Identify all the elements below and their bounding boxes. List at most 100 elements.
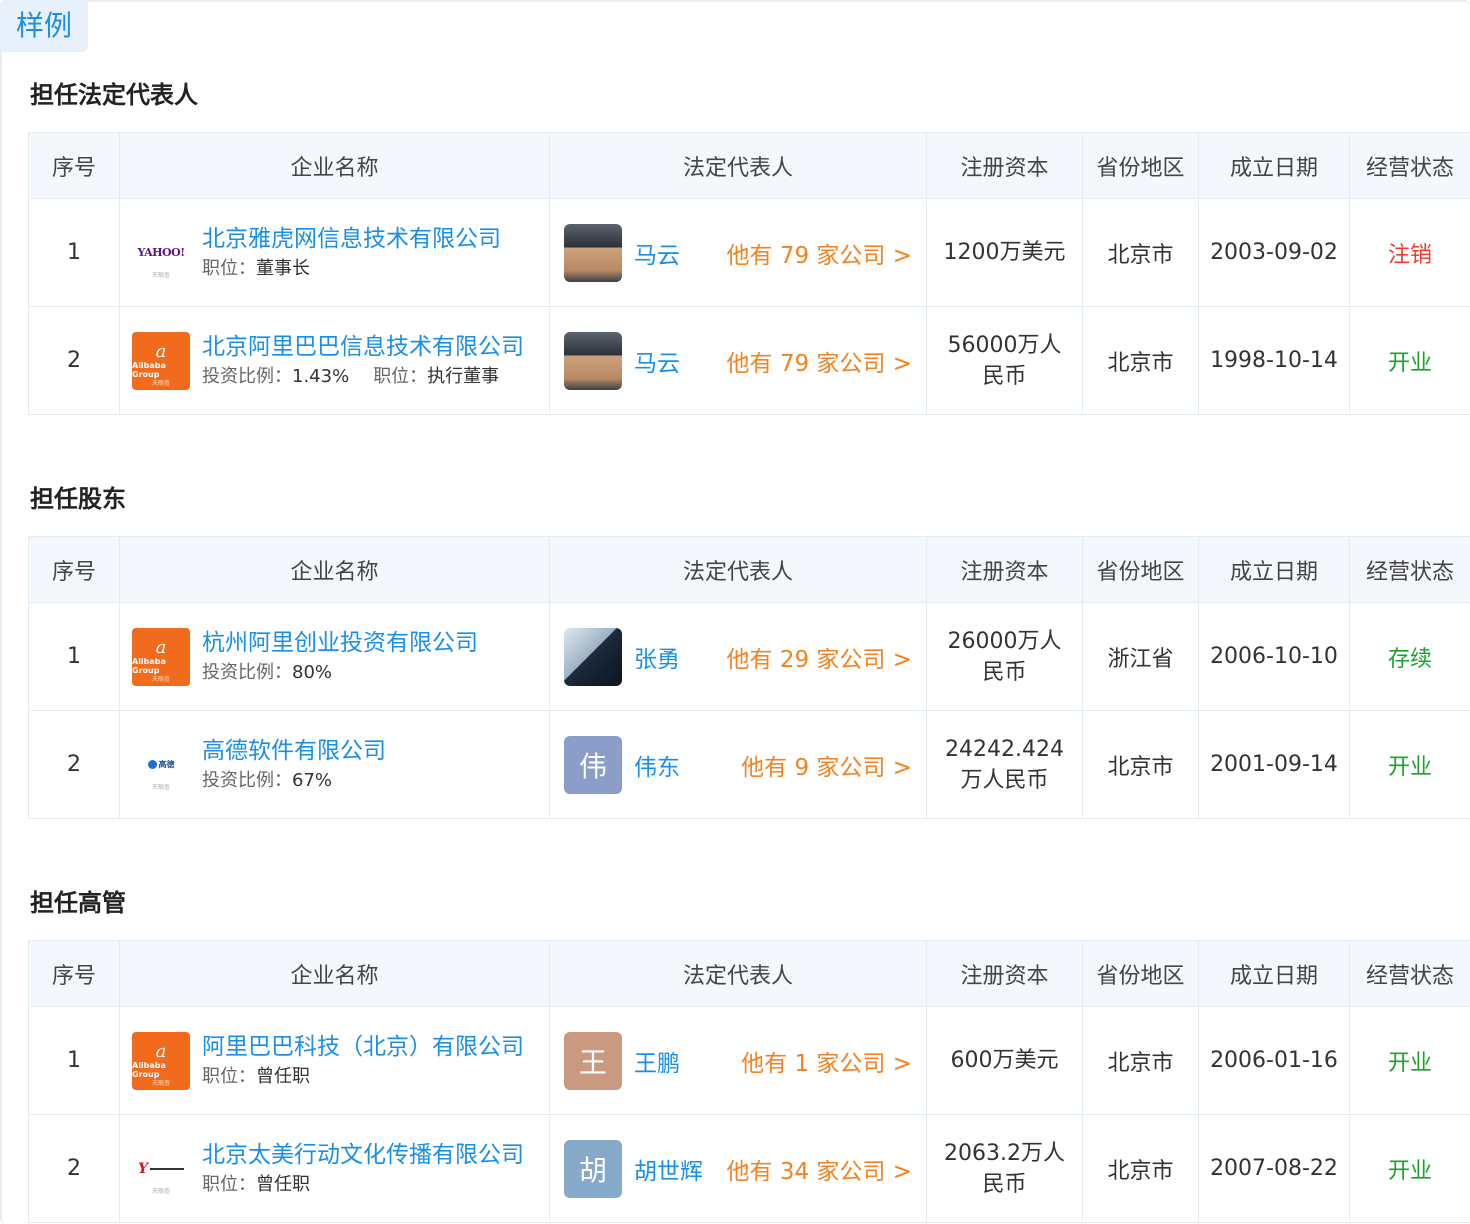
person-avatar[interactable] xyxy=(564,331,622,390)
person-cell: 马云 他有 79 家公司 > xyxy=(549,306,927,415)
person-avatar[interactable]: 胡 xyxy=(564,1139,622,1198)
status-badge: 注销 xyxy=(1349,198,1470,307)
person-avatar[interactable]: 王 xyxy=(564,1031,622,1090)
row-index: 2 xyxy=(28,710,120,819)
row-index: 1 xyxy=(28,1006,120,1115)
person-wrap: 马云 他有 79 家公司 > xyxy=(564,331,912,390)
alibaba-logo-icon: a xyxy=(155,1040,167,1062)
meta-label: 职位： xyxy=(202,1173,256,1195)
table-header-row: 序号 企业名称 法定代表人 注册资本 省份地区 成立日期 经营状态 xyxy=(28,536,1470,603)
person-name-link[interactable]: 张勇 xyxy=(634,640,680,674)
company-logo[interactable]: YAHOO! 天眼查 xyxy=(132,223,190,282)
company-info: 北京雅虎网信息技术有限公司 职位：董事长 xyxy=(202,223,501,283)
company-meta: 职位：曾任职 xyxy=(202,1171,524,1199)
company-cell: a Alibaba Group 天眼查 阿里巴巴科技（北京）有限公司 职位：曾任职 xyxy=(119,1006,550,1115)
person-avatar[interactable] xyxy=(564,627,622,686)
person-name-link[interactable]: 马云 xyxy=(634,344,680,378)
registered-capital: 24242.424万人民币 xyxy=(926,710,1083,819)
logo-text: Alibaba Group xyxy=(132,1060,166,1079)
column-header: 法定代表人 xyxy=(549,536,927,603)
region: 北京市 xyxy=(1082,1114,1199,1223)
person-cell: 张勇 他有 29 家公司 > xyxy=(549,602,927,711)
company-name-link[interactable]: 北京阿里巴巴信息技术有限公司 xyxy=(202,331,524,363)
person-wrap: 伟伟东 他有 9 家公司 > xyxy=(564,735,912,794)
company-name-link[interactable]: 北京太美行动文化传播有限公司 xyxy=(202,1139,524,1171)
meta-value: 曾任职 xyxy=(256,1065,310,1087)
companies-count-link[interactable]: 他有 79 家公司 > xyxy=(727,236,912,270)
row-index: 2 xyxy=(28,306,120,415)
person-name-link[interactable]: 胡世辉 xyxy=(634,1152,703,1186)
watermark-label: 天眼查 xyxy=(151,379,170,387)
watermark-label: 天眼查 xyxy=(151,1187,170,1195)
company-table: 序号 企业名称 法定代表人 注册资本 省份地区 成立日期 经营状态 1 YAHOO! 天眼查 北京雅… xyxy=(28,132,1470,415)
column-header: 成立日期 xyxy=(1198,536,1350,603)
founded-date: 1998-10-14 xyxy=(1198,306,1350,415)
company-name-link[interactable]: 杭州阿里创业投资有限公司 xyxy=(202,627,478,659)
registered-capital: 600万美元 xyxy=(926,1006,1083,1115)
company-info: 阿里巴巴科技（北京）有限公司 职位：曾任职 xyxy=(202,1031,524,1091)
yahoo-logo-icon: YAHOO! xyxy=(137,246,185,259)
logo-line xyxy=(150,1167,184,1170)
company-name-link[interactable]: 阿里巴巴科技（北京）有限公司 xyxy=(202,1031,524,1063)
founded-date: 2007-08-22 xyxy=(1198,1114,1350,1223)
logo-text: Y xyxy=(138,1160,148,1177)
company-cell: Y 天眼查 北京太美行动文化传播有限公司 职位：曾任职 xyxy=(119,1114,550,1223)
logo-text: 高德 xyxy=(158,760,175,769)
company-wrap: a Alibaba Group 天眼查 杭州阿里创业投资有限公司 投资比例：80% xyxy=(132,627,537,687)
person-name-link[interactable]: 马云 xyxy=(634,236,680,270)
meta-value: 67% xyxy=(292,769,333,791)
person-name-link[interactable]: 王鹏 xyxy=(634,1044,680,1078)
person-name-link[interactable]: 伟东 xyxy=(634,748,680,782)
status-badge: 开业 xyxy=(1349,710,1470,819)
company-info: 北京阿里巴巴信息技术有限公司 投资比例：1.43% 职位：执行董事 xyxy=(202,331,524,391)
section-title: 担任法定代表人 xyxy=(30,81,198,109)
person-wrap: 胡胡世辉 他有 34 家公司 > xyxy=(564,1139,912,1198)
table-header-row: 序号 企业名称 法定代表人 注册资本 省份地区 成立日期 经营状态 xyxy=(28,940,1470,1007)
column-header: 企业名称 xyxy=(119,536,550,603)
companies-count-link[interactable]: 他有 29 家公司 > xyxy=(727,640,912,674)
company-meta: 职位：董事长 xyxy=(202,255,501,283)
table-row: 1 a Alibaba Group 天眼查 杭州阿里创业投资有限公司 投资比例：80% 张勇… xyxy=(28,602,1470,711)
company-name-link[interactable]: 北京雅虎网信息技术有限公司 xyxy=(202,223,501,255)
watermark-label: 天眼查 xyxy=(151,675,170,683)
companies-count-link[interactable]: 他有 34 家公司 > xyxy=(727,1152,912,1186)
person-avatar[interactable]: 伟 xyxy=(564,735,622,794)
row-index: 2 xyxy=(28,1114,120,1223)
companies-count-link[interactable]: 他有 79 家公司 > xyxy=(727,344,912,378)
companies-count-link[interactable]: 他有 1 家公司 > xyxy=(741,1044,912,1078)
status-badge: 存续 xyxy=(1349,602,1470,711)
company-logo[interactable]: a Alibaba Group 天眼查 xyxy=(132,1031,190,1090)
column-header: 序号 xyxy=(28,132,120,199)
column-header: 序号 xyxy=(28,536,120,603)
column-header: 经营状态 xyxy=(1349,132,1470,199)
row-index: 1 xyxy=(28,198,120,307)
column-header: 企业名称 xyxy=(119,940,550,1007)
status-badge: 开业 xyxy=(1349,306,1470,415)
company-logo[interactable]: a Alibaba Group 天眼查 xyxy=(132,331,190,390)
companies-count-link[interactable]: 他有 9 家公司 > xyxy=(741,748,912,782)
company-logo[interactable]: Y 天眼查 xyxy=(132,1139,190,1198)
company-logo[interactable]: 高德 天眼查 xyxy=(132,735,190,794)
table-row: 2 Y 天眼查 北京太美行动文化传播有限公司 职位：曾任职 胡胡世辉 他有 34 家公司 >… xyxy=(28,1114,1470,1223)
company-meta: 投资比例：67% xyxy=(202,767,386,795)
company-logo[interactable]: a Alibaba Group 天眼查 xyxy=(132,627,190,686)
meta-label: 职位： xyxy=(202,1065,256,1087)
company-table: 序号 企业名称 法定代表人 注册资本 省份地区 成立日期 经营状态 1 a Alibaba Gro… xyxy=(28,536,1470,819)
status-badge: 开业 xyxy=(1349,1006,1470,1115)
person-cell: 胡胡世辉 他有 34 家公司 > xyxy=(549,1114,927,1223)
company-name-link[interactable]: 高德软件有限公司 xyxy=(202,735,386,767)
person-avatar[interactable] xyxy=(564,223,622,282)
region: 北京市 xyxy=(1082,198,1199,307)
status-badge: 开业 xyxy=(1349,1114,1470,1223)
gaode-logo-icon: 高德 xyxy=(147,759,175,770)
meta-value: 80% xyxy=(292,661,333,683)
meta-label: 投资比例： xyxy=(202,661,292,683)
meta-value: 执行董事 xyxy=(427,365,500,387)
company-wrap: a Alibaba Group 天眼查 阿里巴巴科技（北京）有限公司 职位：曾任职 xyxy=(132,1031,537,1091)
meta-label: 职位： xyxy=(202,257,256,279)
region: 浙江省 xyxy=(1082,602,1199,711)
person-wrap: 王王鹏 他有 1 家公司 > xyxy=(564,1031,912,1090)
company-wrap: 高德 天眼查 高德软件有限公司 投资比例：67% xyxy=(132,735,537,795)
company-wrap: Y 天眼查 北京太美行动文化传播有限公司 职位：曾任职 xyxy=(132,1139,537,1199)
column-header: 省份地区 xyxy=(1082,940,1199,1007)
